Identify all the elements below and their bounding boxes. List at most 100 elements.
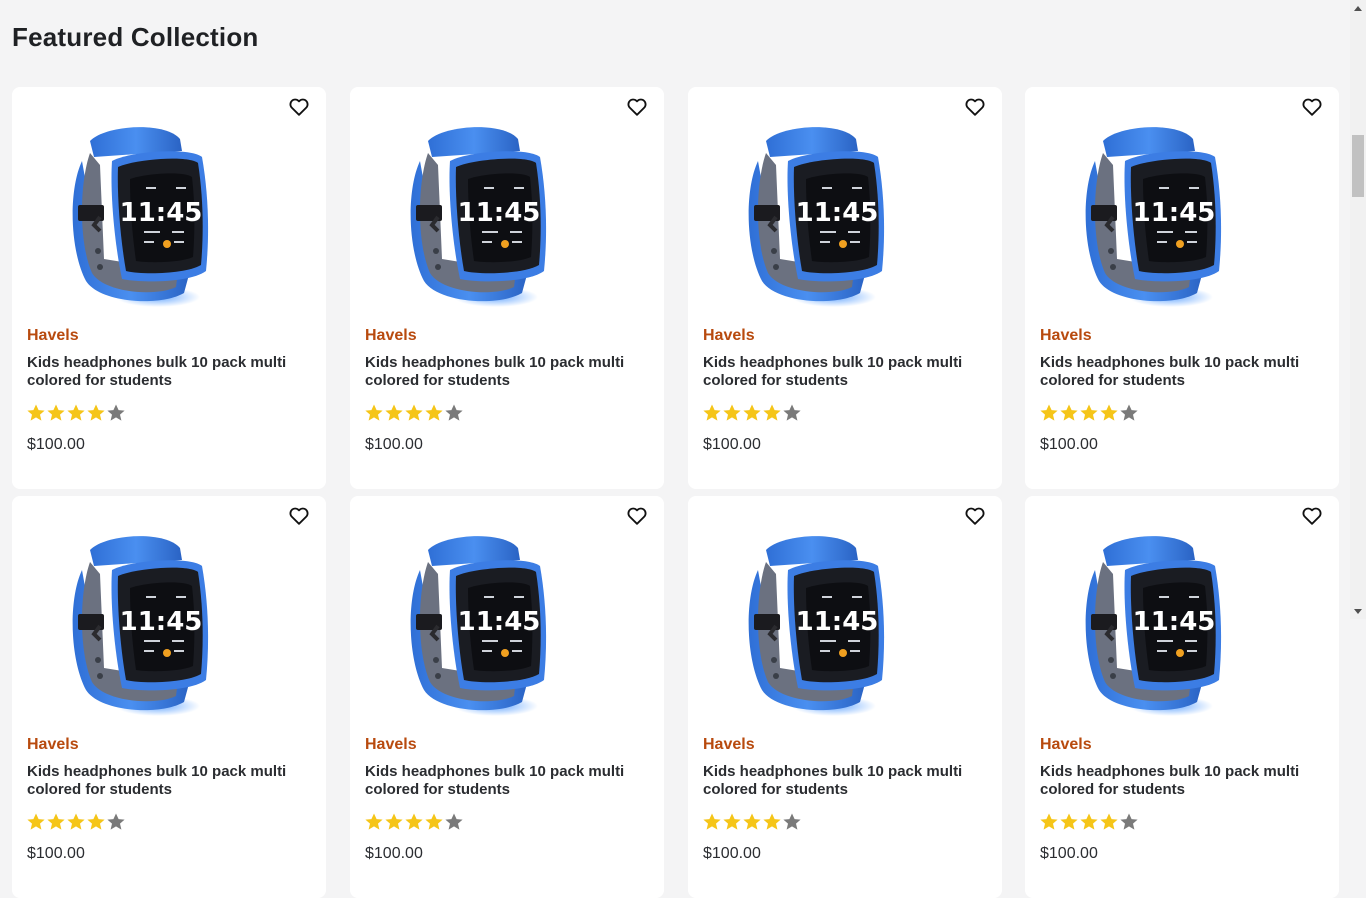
vertical-scrollbar[interactable]: [1350, 0, 1366, 619]
product-rating: [1039, 812, 1139, 832]
product-brand[interactable]: Havels: [1040, 327, 1092, 345]
star-filled-icon: [404, 403, 424, 423]
star-filled-icon: [66, 403, 86, 423]
star-filled-icon: [762, 812, 782, 832]
product-rating: [364, 403, 464, 423]
product-price: $100.00: [1040, 845, 1098, 862]
product-title[interactable]: Kids headphones bulk 10 pack multi color…: [27, 763, 307, 799]
product-rating: [702, 403, 802, 423]
product-title[interactable]: Kids headphones bulk 10 pack multi color…: [27, 354, 307, 390]
product-price: $100.00: [703, 436, 761, 453]
star-empty-icon: [1119, 812, 1139, 832]
star-filled-icon: [424, 812, 444, 832]
star-filled-icon: [1059, 812, 1079, 832]
product-card[interactable]: 11:45 Havels Kids headphones bulk 10 pac…: [688, 496, 1002, 898]
product-title[interactable]: Kids headphones bulk 10 pack multi color…: [365, 763, 645, 799]
star-filled-icon: [404, 812, 424, 832]
wishlist-heart-icon[interactable]: [964, 505, 986, 527]
scroll-down-arrow-icon[interactable]: [1350, 603, 1366, 619]
svg-text:11:45: 11:45: [120, 198, 203, 228]
product-image[interactable]: 11:45: [398, 121, 558, 311]
star-filled-icon: [424, 403, 444, 423]
star-empty-icon: [1119, 403, 1139, 423]
wishlist-heart-icon[interactable]: [288, 505, 310, 527]
product-title[interactable]: Kids headphones bulk 10 pack multi color…: [703, 763, 983, 799]
scrollbar-thumb[interactable]: [1352, 135, 1364, 197]
product-image[interactable]: 11:45: [1073, 530, 1233, 720]
product-title[interactable]: Kids headphones bulk 10 pack multi color…: [1040, 763, 1320, 799]
wishlist-heart-icon[interactable]: [964, 96, 986, 118]
product-card[interactable]: 11:45 Havels Kids headphones bulk 10 pac…: [12, 87, 326, 489]
svg-text:11:45: 11:45: [120, 607, 203, 637]
star-filled-icon: [384, 812, 404, 832]
product-price: $100.00: [703, 845, 761, 862]
product-brand[interactable]: Havels: [365, 736, 417, 754]
svg-text:11:45: 11:45: [1133, 198, 1216, 228]
product-image[interactable]: 11:45: [60, 121, 220, 311]
star-empty-icon: [444, 812, 464, 832]
star-filled-icon: [722, 403, 742, 423]
star-empty-icon: [782, 812, 802, 832]
product-price: $100.00: [365, 845, 423, 862]
product-brand[interactable]: Havels: [1040, 736, 1092, 754]
product-rating: [26, 403, 126, 423]
product-price: $100.00: [27, 436, 85, 453]
star-filled-icon: [1079, 403, 1099, 423]
star-filled-icon: [742, 812, 762, 832]
wishlist-heart-icon[interactable]: [1301, 505, 1323, 527]
product-card[interactable]: 11:45 Havels Kids headphones bulk 10 pac…: [1025, 496, 1339, 898]
star-empty-icon: [782, 403, 802, 423]
wishlist-heart-icon[interactable]: [626, 505, 648, 527]
product-brand[interactable]: Havels: [27, 327, 79, 345]
product-title[interactable]: Kids headphones bulk 10 pack multi color…: [365, 354, 645, 390]
star-filled-icon: [1079, 812, 1099, 832]
product-image[interactable]: 11:45: [1073, 121, 1233, 311]
section-title: Featured Collection: [12, 22, 259, 52]
star-filled-icon: [46, 812, 66, 832]
product-image[interactable]: 11:45: [398, 530, 558, 720]
product-image[interactable]: 11:45: [60, 530, 220, 720]
product-price: $100.00: [27, 845, 85, 862]
star-filled-icon: [1099, 812, 1119, 832]
product-image[interactable]: 11:45: [736, 121, 896, 311]
product-image[interactable]: 11:45: [736, 530, 896, 720]
product-card[interactable]: 11:45 Havels Kids headphones bulk 10 pac…: [12, 496, 326, 898]
product-price: $100.00: [365, 436, 423, 453]
product-brand[interactable]: Havels: [365, 327, 417, 345]
wishlist-heart-icon[interactable]: [626, 96, 648, 118]
star-filled-icon: [364, 812, 384, 832]
svg-text:11:45: 11:45: [458, 198, 541, 228]
product-card[interactable]: 11:45 Havels Kids headphones bulk 10 pac…: [350, 87, 664, 489]
star-filled-icon: [86, 403, 106, 423]
product-brand[interactable]: Havels: [27, 736, 79, 754]
star-filled-icon: [702, 812, 722, 832]
svg-text:11:45: 11:45: [1133, 607, 1216, 637]
star-filled-icon: [742, 403, 762, 423]
wishlist-heart-icon[interactable]: [288, 96, 310, 118]
svg-text:11:45: 11:45: [458, 607, 541, 637]
star-filled-icon: [86, 812, 106, 832]
product-card[interactable]: 11:45 Havels Kids headphones bulk 10 pac…: [1025, 87, 1339, 489]
product-card[interactable]: 11:45 Havels Kids headphones bulk 10 pac…: [350, 496, 664, 898]
svg-text:11:45: 11:45: [796, 607, 879, 637]
star-empty-icon: [444, 403, 464, 423]
star-filled-icon: [1099, 403, 1119, 423]
product-title[interactable]: Kids headphones bulk 10 pack multi color…: [703, 354, 983, 390]
star-filled-icon: [384, 403, 404, 423]
scroll-up-arrow-icon[interactable]: [1350, 0, 1366, 16]
product-rating: [1039, 403, 1139, 423]
product-title[interactable]: Kids headphones bulk 10 pack multi color…: [1040, 354, 1320, 390]
product-card[interactable]: 11:45 Havels Kids headphones bulk 10 pac…: [688, 87, 1002, 489]
star-empty-icon: [106, 403, 126, 423]
star-filled-icon: [722, 812, 742, 832]
product-brand[interactable]: Havels: [703, 327, 755, 345]
star-filled-icon: [1059, 403, 1079, 423]
page: Featured Collection 11:45 Havels Kids he…: [0, 0, 1350, 898]
product-brand[interactable]: Havels: [703, 736, 755, 754]
star-filled-icon: [26, 812, 46, 832]
star-empty-icon: [106, 812, 126, 832]
star-filled-icon: [66, 812, 86, 832]
product-rating: [364, 812, 464, 832]
wishlist-heart-icon[interactable]: [1301, 96, 1323, 118]
star-filled-icon: [762, 403, 782, 423]
